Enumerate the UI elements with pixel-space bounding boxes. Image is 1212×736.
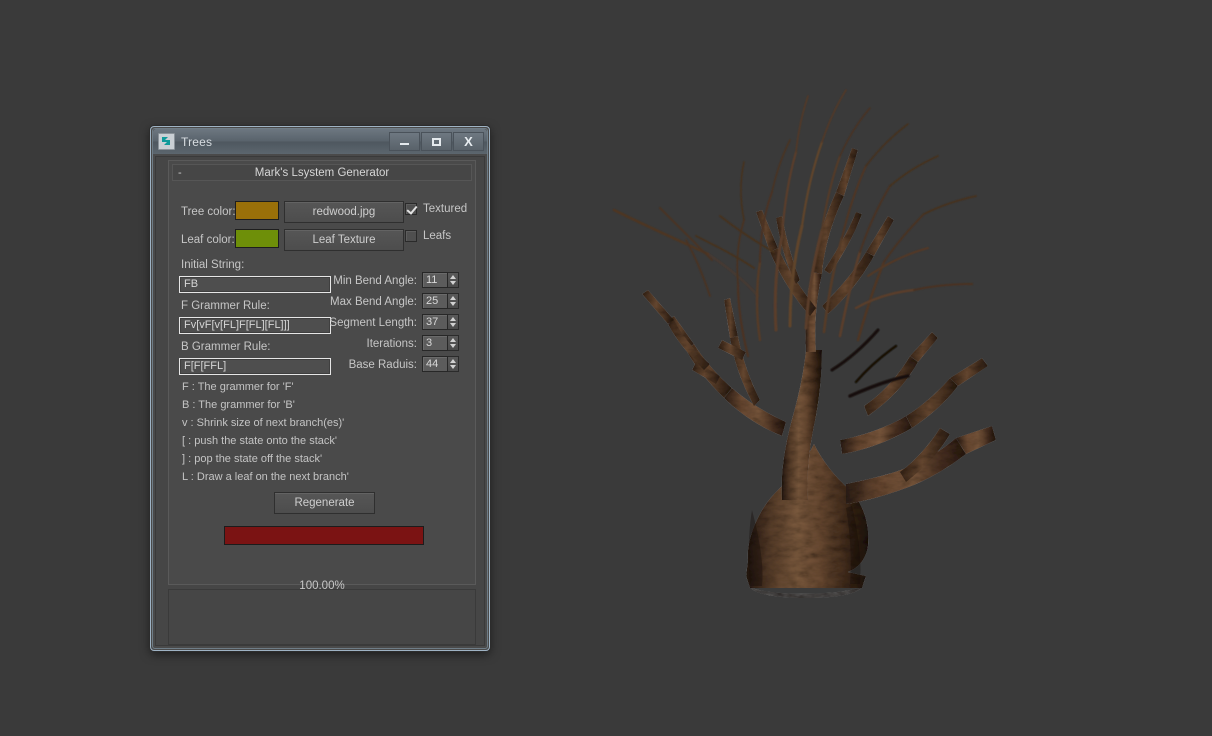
- window-titlebar[interactable]: Trees X: [153, 129, 487, 154]
- chevron-up-icon[interactable]: [450, 338, 456, 342]
- f-rule-input[interactable]: Fv[vF[v[FL]F[FL][FL]]]: [179, 317, 331, 334]
- leaf-texture-button[interactable]: Leaf Texture: [284, 229, 404, 251]
- iterations-value[interactable]: 3: [422, 335, 448, 351]
- base-radius-label: Base Raduis:: [348, 359, 417, 371]
- segment-length-label: Segment Length:: [329, 317, 417, 329]
- iterations-arrows[interactable]: [448, 335, 459, 351]
- minimize-button[interactable]: [389, 132, 420, 151]
- chevron-up-icon[interactable]: [450, 296, 456, 300]
- rollout-body: Tree color: redwood.jpg Textured Leaf co…: [169, 181, 475, 592]
- legend-item: ] : pop the state off the stack': [182, 453, 323, 465]
- tree-texture-button[interactable]: redwood.jpg: [284, 201, 404, 223]
- leaf-color-label: Leaf color:: [181, 234, 235, 246]
- min-bend-angle-arrows[interactable]: [448, 272, 459, 288]
- tree-color-label: Tree color:: [181, 206, 236, 218]
- b-rule-input[interactable]: F[F[FFL]: [179, 358, 331, 375]
- base-radius-spinner[interactable]: 44: [422, 356, 459, 372]
- trees-dialog-window[interactable]: Trees X - Mark's Lsystem Generator Tree …: [150, 126, 490, 651]
- chevron-up-icon[interactable]: [450, 275, 456, 279]
- textured-checkbox[interactable]: Textured: [405, 203, 467, 215]
- legend-item: v : Shrink size of next branch(es)': [182, 417, 345, 429]
- chevron-up-icon[interactable]: [450, 359, 456, 363]
- b-rule-label: B Grammer Rule:: [181, 341, 271, 353]
- leafs-checkbox-label: Leafs: [423, 230, 452, 242]
- min-bend-angle-spinner[interactable]: 11: [422, 272, 459, 288]
- app-icon: [158, 133, 175, 150]
- initial-string-input[interactable]: FB: [179, 276, 331, 293]
- minimize-icon: [400, 143, 409, 145]
- max-bend-angle-arrows[interactable]: [448, 293, 459, 309]
- progress-bar: [224, 526, 424, 545]
- window-body: - Mark's Lsystem Generator Tree color: r…: [155, 156, 485, 646]
- legend-item: L : Draw a leaf on the next branch': [182, 471, 349, 483]
- rollout-title: Mark's Lsystem Generator: [254, 166, 390, 179]
- legend-item: F : The grammer for 'F': [182, 381, 294, 393]
- chevron-down-icon[interactable]: [450, 323, 456, 327]
- base-radius-arrows[interactable]: [448, 356, 459, 372]
- chevron-up-icon[interactable]: [450, 317, 456, 321]
- textured-checkbox-box[interactable]: [405, 203, 417, 215]
- chevron-down-icon[interactable]: [450, 302, 456, 306]
- f-rule-label: F Grammer Rule:: [181, 300, 270, 312]
- iterations-spinner[interactable]: 3: [422, 335, 459, 351]
- chevron-down-icon[interactable]: [450, 344, 456, 348]
- maximize-icon: [432, 137, 441, 146]
- legend-item: [ : push the state onto the stack': [182, 435, 337, 447]
- max-bend-angle-value[interactable]: 25: [422, 293, 448, 309]
- lsystem-rollout-panel: - Mark's Lsystem Generator Tree color: r…: [168, 160, 476, 592]
- textured-checkbox-label: Textured: [423, 203, 468, 215]
- base-radius-value[interactable]: 44: [422, 356, 448, 372]
- min-bend-angle-value[interactable]: 11: [422, 272, 448, 288]
- progress-bar-fill: [225, 527, 423, 544]
- leafs-checkbox[interactable]: Leafs: [405, 230, 451, 242]
- window-title: Trees: [181, 134, 213, 149]
- segment-length-arrows[interactable]: [448, 314, 459, 330]
- segment-length-spinner[interactable]: 37: [422, 314, 459, 330]
- procedural-tree-render: [612, 89, 996, 598]
- close-button[interactable]: X: [453, 132, 484, 151]
- min-bend-angle-label: Min Bend Angle:: [333, 275, 417, 287]
- chevron-down-icon[interactable]: [450, 365, 456, 369]
- lower-empty-panel: [168, 589, 476, 645]
- close-icon: X: [464, 134, 473, 149]
- 3d-viewport[interactable]: Trees X - Mark's Lsystem Generator Tree …: [0, 0, 1212, 736]
- max-bend-angle-spinner[interactable]: 25: [422, 293, 459, 309]
- window-controls[interactable]: X: [389, 132, 484, 151]
- leafs-checkbox-box[interactable]: [405, 230, 417, 242]
- collapse-toggle-icon[interactable]: -: [178, 166, 182, 180]
- initial-string-label: Initial String:: [181, 259, 245, 271]
- chevron-down-icon[interactable]: [450, 281, 456, 285]
- iterations-label: Iterations:: [366, 338, 418, 350]
- segment-length-value[interactable]: 37: [422, 314, 448, 330]
- tree-color-swatch[interactable]: [235, 201, 279, 220]
- max-bend-angle-label: Max Bend Angle:: [330, 296, 417, 308]
- maximize-button[interactable]: [421, 132, 452, 151]
- rollout-header[interactable]: - Mark's Lsystem Generator: [172, 164, 472, 181]
- legend-item: B : The grammer for 'B': [182, 399, 295, 411]
- leaf-color-swatch[interactable]: [235, 229, 279, 248]
- regenerate-button[interactable]: Regenerate: [274, 492, 375, 514]
